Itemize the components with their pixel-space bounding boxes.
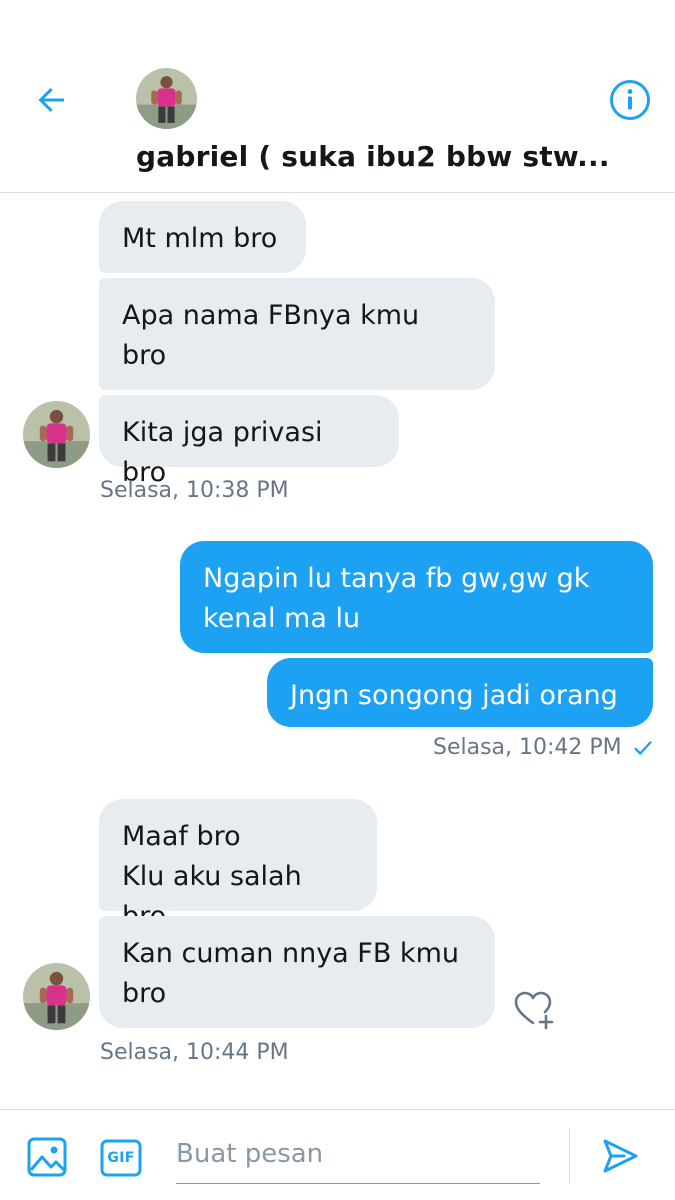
arrow-left-icon	[38, 88, 64, 112]
heart-plus-icon	[514, 991, 554, 1030]
gif-button[interactable]: GIF	[100, 1138, 142, 1178]
message-bubble-incoming[interactable]: Kan cuman nnya FB kmu bro	[99, 916, 495, 1028]
message-input[interactable]	[176, 1128, 540, 1180]
message-timestamp: Selasa, 10:38 PM	[100, 478, 289, 503]
message-composer: GIF	[0, 1109, 675, 1200]
message-timestamp: Selasa, 10:42 PM	[433, 735, 654, 760]
message-bubble-incoming[interactable]: Apa nama FBnya kmu bro	[99, 278, 495, 390]
message-input-wrapper	[176, 1128, 540, 1184]
avatar[interactable]	[23, 963, 90, 1030]
timestamp-text: Selasa, 10:42 PM	[433, 735, 622, 760]
avatar[interactable]	[136, 68, 197, 129]
add-photo-button[interactable]	[27, 1137, 67, 1177]
react-button[interactable]	[510, 985, 558, 1033]
message-bubble-outgoing[interactable]: Jngn songong jadi orang	[267, 658, 653, 727]
message-bubble-outgoing[interactable]: Ngapin lu tanya fb gw,gw gk kenal ma lu	[180, 541, 653, 653]
conversation-header: gabriel ( suka ibu2 bbw stw...	[0, 0, 675, 193]
info-button[interactable]	[606, 76, 654, 124]
composer-divider	[569, 1128, 570, 1184]
image-icon	[27, 1137, 67, 1177]
gif-label: GIF	[107, 1150, 135, 1166]
message-timestamp: Selasa, 10:44 PM	[100, 1040, 289, 1065]
checkmark-icon	[634, 740, 652, 755]
conversation-title[interactable]: gabriel ( suka ibu2 bbw stw...	[136, 140, 610, 173]
back-button[interactable]	[30, 78, 74, 122]
info-icon	[610, 80, 650, 120]
send-icon	[603, 1139, 638, 1173]
message-bubble-incoming[interactable]: Kita jga privasi bro	[99, 395, 399, 488]
avatar[interactable]	[23, 401, 90, 468]
message-bubble-incoming[interactable]: Maaf bro Klu aku salah bro	[99, 799, 377, 932]
send-button[interactable]	[600, 1136, 644, 1180]
message-bubble-incoming[interactable]: Mt mlm bro	[99, 201, 306, 273]
